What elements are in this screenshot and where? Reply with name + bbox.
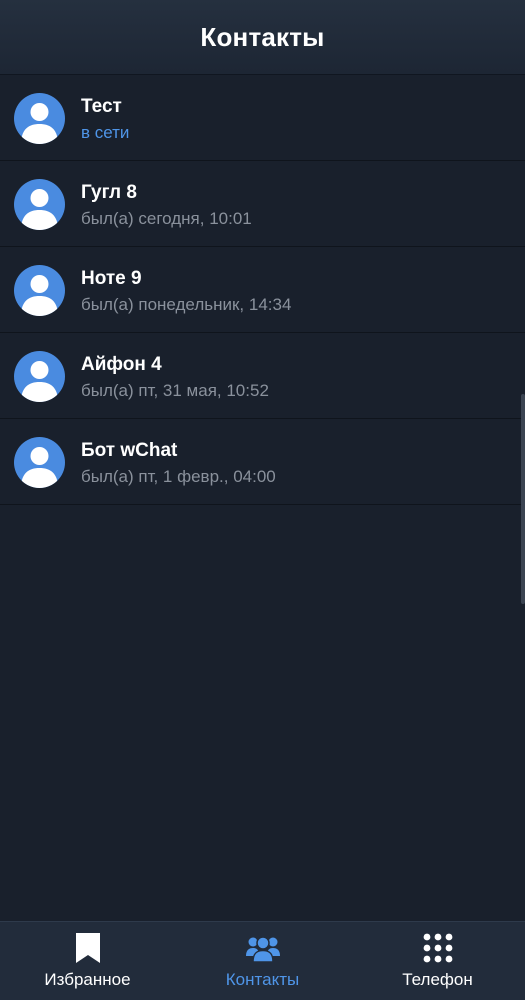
- contact-name: Тест: [81, 96, 122, 117]
- contacts-screen: Контакты Тест в сети Гугл 8 был(а) сегод…: [0, 0, 525, 1000]
- contact-text: Айфон 4 был(а) пт, 31 мая, 10:52: [81, 354, 269, 402]
- contact-row-test[interactable]: Тест в сети: [0, 75, 525, 161]
- contact-name: Бот wChat: [81, 440, 178, 461]
- contact-row-google8[interactable]: Гугл 8 был(а) сегодня, 10:01: [0, 161, 525, 247]
- tab-favorites[interactable]: Избранное: [0, 922, 175, 1000]
- tab-phone[interactable]: Телефон: [350, 922, 525, 1000]
- contact-text: Ноте 9 был(а) понедельник, 14:34: [81, 268, 291, 316]
- contact-row-bot-wchat[interactable]: Бот wChat был(а) пт, 1 февр., 04:00: [0, 419, 525, 505]
- tab-contacts[interactable]: Контакты: [175, 922, 350, 1000]
- contact-text: Тест в сети: [81, 96, 129, 144]
- avatar-placeholder-icon: [14, 437, 65, 488]
- tab-label: Телефон: [402, 970, 473, 989]
- dialpad-icon: [421, 932, 455, 964]
- contacts-icon: [245, 932, 280, 964]
- contact-name: Гугл 8: [81, 182, 137, 203]
- contact-name: Айфон 4: [81, 354, 162, 375]
- avatar-placeholder-icon: [14, 179, 65, 230]
- bottom-tab-bar: Избранное Контакты Телефон: [0, 921, 525, 1000]
- contact-row-iphone4[interactable]: Айфон 4 был(а) пт, 31 мая, 10:52: [0, 333, 525, 419]
- contact-status: был(а) сегодня, 10:01: [81, 209, 252, 228]
- contact-row-note9[interactable]: Ноте 9 был(а) понедельник, 14:34: [0, 247, 525, 333]
- avatar-placeholder-icon: [14, 351, 65, 402]
- avatar-placeholder-icon: [14, 93, 65, 144]
- contact-name: Ноте 9: [81, 268, 142, 289]
- contact-list: Тест в сети Гугл 8 был(а) сегодня, 10:01…: [0, 75, 525, 505]
- avatar-placeholder-icon: [14, 265, 65, 316]
- contact-status: был(а) понедельник, 14:34: [81, 295, 292, 314]
- contact-status: в сети: [81, 123, 130, 142]
- header-bar: Контакты: [0, 0, 525, 75]
- tab-label: Контакты: [225, 970, 300, 989]
- bookmark-icon: [71, 932, 105, 964]
- tab-label: Избранное: [44, 970, 131, 989]
- page-title: Контакты: [200, 21, 325, 52]
- contact-status: был(а) пт, 31 мая, 10:52: [81, 381, 269, 400]
- contact-text: Гугл 8 был(а) сегодня, 10:01: [81, 182, 252, 230]
- contact-status: был(а) пт, 1 февр., 04:00: [81, 467, 276, 486]
- contact-text: Бот wChat был(а) пт, 1 февр., 04:00: [81, 440, 276, 488]
- scrollbar-thumb[interactable]: [521, 394, 525, 604]
